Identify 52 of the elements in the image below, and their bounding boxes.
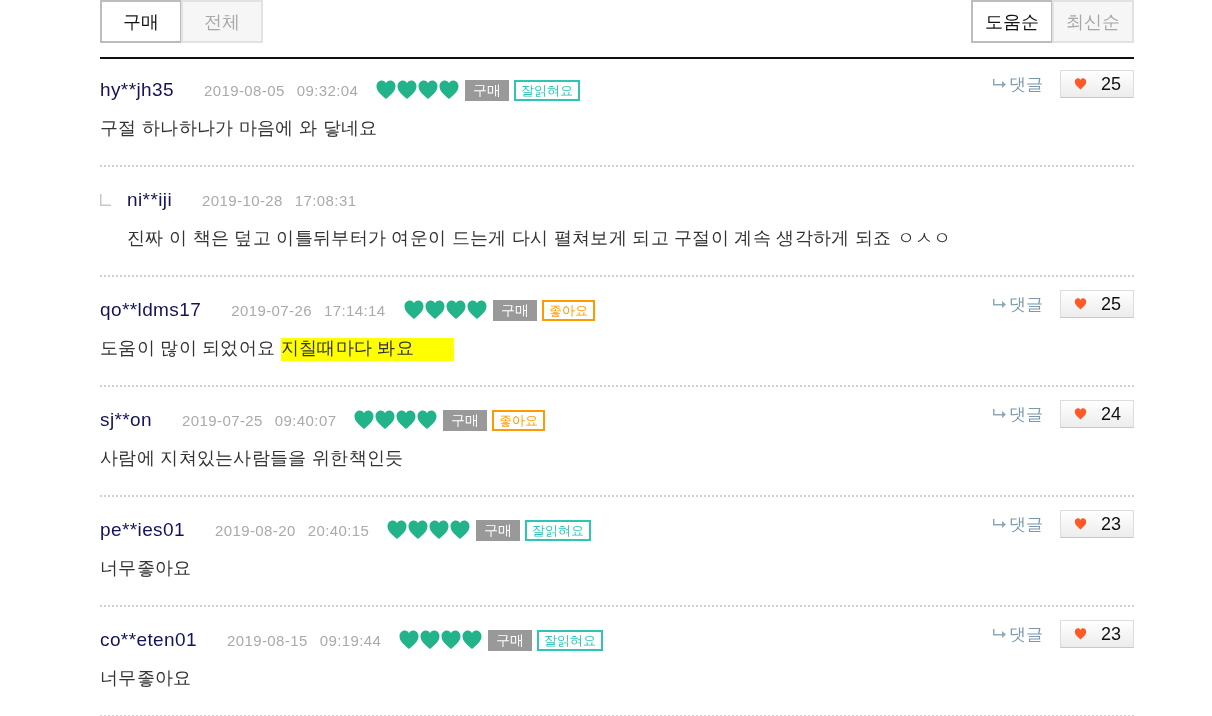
username: ni**iji xyxy=(127,189,173,211)
review-date: 2019-08-05 xyxy=(204,81,285,99)
heart-icon xyxy=(1074,408,1087,420)
like-button[interactable]: 24 xyxy=(1060,400,1134,428)
review-tag: 잘읽혀요 xyxy=(537,629,604,651)
like-button[interactable]: 23 xyxy=(1060,620,1134,648)
reply-corner-icon xyxy=(100,194,111,206)
like-button[interactable]: 25 xyxy=(1060,290,1134,318)
reply-date: 2019-10-28 xyxy=(202,191,283,209)
username: hy**jh35 xyxy=(100,79,174,101)
username: sj**on xyxy=(100,409,153,431)
review-text: 도움이 많이 되었어요 지칠때마다 봐요 xyxy=(100,336,455,360)
purchase-label: 구매 xyxy=(488,629,533,651)
review-date: 2019-07-26 xyxy=(231,301,312,319)
username: qo**ldms17 xyxy=(100,299,202,321)
review-time: 09:19:44 xyxy=(319,631,382,649)
review-tag: 좋아요 xyxy=(492,409,546,431)
reply-arrow-icon xyxy=(993,79,1006,89)
like-button[interactable]: 25 xyxy=(1060,70,1134,98)
reply-time: 17:08:31 xyxy=(294,191,357,209)
heart-icon xyxy=(1074,298,1087,310)
review-text: 구절 하나하나가 마음에 와 닿네요 xyxy=(100,117,378,140)
tab[interactable]: 도움순 xyxy=(971,0,1053,43)
review-text: 사람에 지쳐있는사람들을 위한책인듯 xyxy=(100,447,404,470)
review-time: 09:40:07 xyxy=(274,411,337,429)
review-tag: 잘읽혀요 xyxy=(514,79,581,101)
reply-text: 진짜 이 책은 덮고 이틀뒤부터가 여운이 드는게 다시 펼쳐보게 되고 구절이 계속 생각하게 되죠 ㅇㅅㅇ xyxy=(127,227,952,250)
username: co**eten01 xyxy=(100,629,197,651)
purchase-label: 구매 xyxy=(465,79,510,101)
purchase-label: 구매 xyxy=(492,299,537,321)
tab[interactable]: 구매 xyxy=(100,0,182,43)
heart-icon xyxy=(1074,518,1087,530)
review-date: 2019-08-15 xyxy=(226,631,308,649)
review-time: 17:14:14 xyxy=(323,301,386,319)
review-time: 20:40:15 xyxy=(307,521,370,539)
username: pe**ies01 xyxy=(100,519,185,541)
review-tag: 잘읽혀요 xyxy=(525,519,592,541)
reply-arrow-icon xyxy=(993,629,1006,639)
purchase-label: 구매 xyxy=(443,409,488,431)
review-date: 2019-08-20 xyxy=(214,521,296,539)
review-time: 09:32:04 xyxy=(296,81,359,99)
reply-arrow-icon xyxy=(993,299,1006,309)
purchase-label: 구매 xyxy=(476,519,521,541)
review-text: 너무좋아요 xyxy=(100,557,192,580)
heart-icon xyxy=(1074,628,1087,640)
review-date: 2019-07-25 xyxy=(182,411,263,429)
reply-arrow-icon xyxy=(993,409,1006,419)
reply-arrow-icon xyxy=(993,519,1006,529)
heart-icon xyxy=(1074,78,1087,90)
review-text: 너무좋아요 xyxy=(100,667,192,690)
review-tag: 좋아요 xyxy=(541,299,595,321)
like-button[interactable]: 23 xyxy=(1060,510,1134,538)
